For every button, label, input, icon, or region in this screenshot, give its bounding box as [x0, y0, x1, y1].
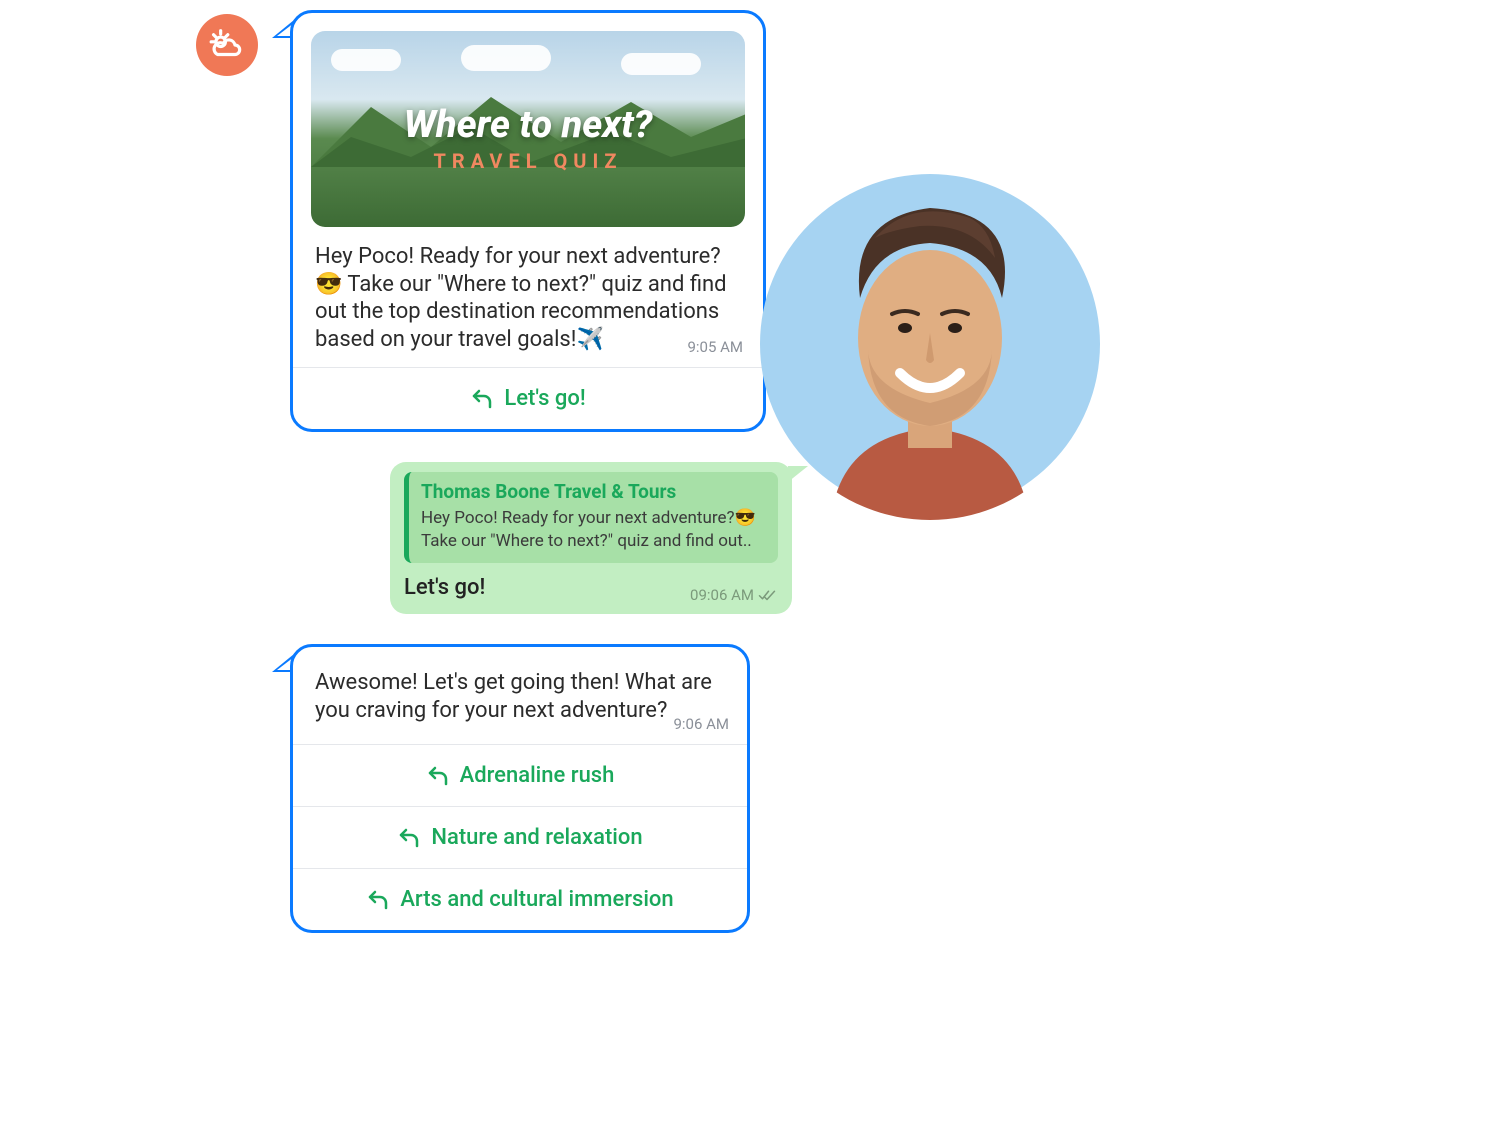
- reply-button-lets-go[interactable]: Let's go!: [293, 368, 763, 429]
- quoted-message[interactable]: Thomas Boone Travel & Tours Hey Poco! Re…: [404, 472, 778, 563]
- reply-arrow-icon: [470, 387, 494, 411]
- reply-arrow-icon: [366, 888, 390, 912]
- option-arts-cultural[interactable]: Arts and cultural immersion: [293, 869, 747, 930]
- msg3-body: Awesome! Let's get going then! What are …: [293, 647, 747, 744]
- hero-text-block: Where to next? TRAVEL QUIZ: [311, 103, 745, 173]
- msg1-timestamp: 9:05 AM: [687, 338, 743, 357]
- bot-avatar: [196, 14, 258, 76]
- option-label: Nature and relaxation: [431, 825, 642, 850]
- msg3-text: Awesome! Let's get going then! What are …: [315, 670, 712, 723]
- weather-sun-cloud-icon: [208, 26, 246, 64]
- user-avatar-photo: [790, 188, 1070, 538]
- option-label: Arts and cultural immersion: [400, 887, 673, 912]
- msg3-timestamp: 9:06 AM: [673, 715, 729, 734]
- incoming-message-2: Awesome! Let's get going then! What are …: [290, 644, 750, 933]
- reply-arrow-icon: [426, 764, 450, 788]
- hero-image: Where to next? TRAVEL QUIZ: [311, 31, 745, 227]
- reply-arrow-icon: [397, 826, 421, 850]
- double-check-icon: [758, 588, 776, 602]
- msg2-meta: 09:06 AM: [690, 586, 776, 604]
- quote-sender-name: Thomas Boone Travel & Tours: [421, 480, 766, 503]
- msg1-text: Hey Poco! Ready for your next adventure?…: [315, 244, 727, 352]
- option-nature-relaxation[interactable]: Nature and relaxation: [293, 807, 747, 868]
- hero-title: Where to next?: [311, 103, 745, 147]
- quote-text: Hey Poco! Ready for your next adventure?…: [421, 507, 766, 553]
- hero-subtitle: TRAVEL QUIZ: [311, 149, 745, 173]
- outgoing-message: Thomas Boone Travel & Tours Hey Poco! Re…: [390, 462, 792, 614]
- msg1-body: Hey Poco! Ready for your next adventure?…: [293, 239, 763, 367]
- incoming-message-1: Where to next? TRAVEL QUIZ Hey Poco! Rea…: [290, 10, 766, 432]
- option-label: Adrenaline rush: [460, 763, 615, 788]
- option-adrenaline-rush[interactable]: Adrenaline rush: [293, 745, 747, 806]
- msg2-timestamp: 09:06 AM: [690, 586, 754, 604]
- reply-label: Let's go!: [504, 386, 585, 411]
